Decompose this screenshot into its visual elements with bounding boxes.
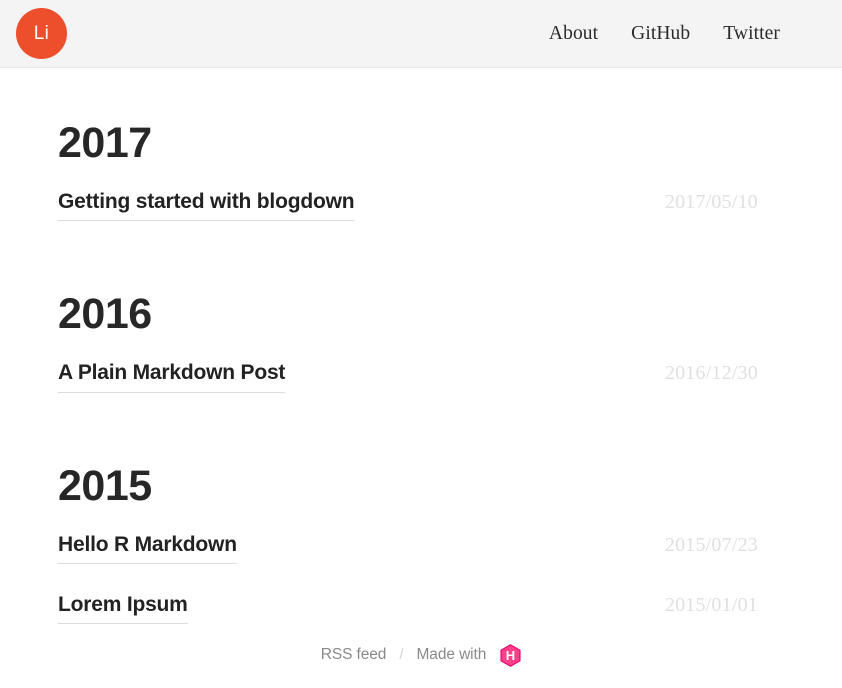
post-title-link[interactable]: A Plain Markdown Post [58,361,285,393]
hugo-logo-icon[interactable]: H [500,644,521,667]
year-heading: 2015 [58,461,152,510]
post-title-link[interactable]: Hello R Markdown [58,533,237,564]
post-row: Hello R Markdown 2015/07/23 [58,533,758,564]
nav-link-twitter[interactable]: Twitter [723,23,780,45]
main-navigation: About GitHub Twitter [549,23,780,45]
post-date: 2017/05/10 [664,191,758,214]
year-heading: 2017 [58,119,152,167]
post-row: Getting started with blogdown 2017/05/10 [58,190,758,222]
post-date: 2015/07/23 [664,533,758,556]
footer-separator: / [399,646,404,663]
post-title-link[interactable]: Getting started with blogdown [58,190,355,222]
post-date: 2015/01/01 [664,593,758,616]
post-date: 2016/12/30 [664,362,758,385]
post-row: Lorem Ipsum 2015/01/01 [58,593,758,624]
archive-list: 2017 Getting started with blogdown 2017/… [0,68,842,624]
year-group-2017: 2017 Getting started with blogdown 2017/… [58,68,758,222]
hugo-letter: H [506,648,515,663]
post-row: A Plain Markdown Post 2016/12/30 [58,361,758,393]
nav-link-github[interactable]: GitHub [631,23,690,45]
nav-link-about[interactable]: About [549,23,598,45]
year-group-2016: 2016 A Plain Markdown Post 2016/12/30 [58,250,758,393]
year-group-2015: 2015 Hello R Markdown 2015/07/23 Lorem I… [58,422,758,624]
site-logo[interactable]: Li [16,8,67,59]
post-title-link[interactable]: Lorem Ipsum [58,593,188,624]
rss-feed-link[interactable]: RSS feed [321,646,387,664]
made-with-label: Made with [416,645,487,663]
year-heading: 2016 [58,290,152,339]
site-footer: RSS feed / Made with H [0,643,842,667]
site-header: Li About GitHub Twitter [0,0,842,68]
